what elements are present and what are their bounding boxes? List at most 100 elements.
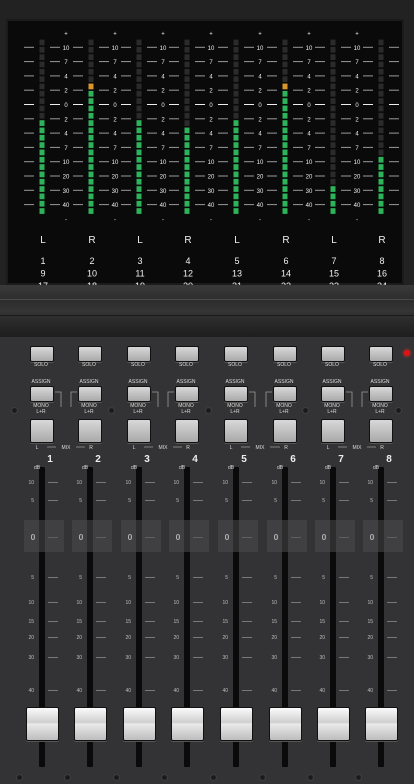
- meter-tick: [363, 118, 373, 120]
- solo-button[interactable]: [321, 346, 345, 362]
- assign-button[interactable]: [30, 386, 54, 402]
- fader-scale-label: 10: [222, 480, 228, 486]
- meter-tick: [389, 75, 399, 77]
- channel-number: 6: [290, 454, 296, 465]
- channel-fader-cap[interactable]: [123, 707, 156, 741]
- solo-button[interactable]: [175, 346, 199, 362]
- meter-segment: [88, 68, 94, 75]
- fader-scale-label: 10: [319, 600, 325, 606]
- solo-button[interactable]: [78, 346, 102, 362]
- fader-scale-tick: [96, 482, 106, 483]
- meter-tick: [267, 161, 277, 163]
- meter-segment: [136, 156, 142, 163]
- meter-tick: [24, 161, 34, 163]
- channel-fader-cap[interactable]: [171, 707, 204, 741]
- fader-scale-tick: [242, 657, 252, 658]
- solo-button[interactable]: [273, 346, 297, 362]
- panel-screw: [307, 774, 314, 781]
- meter-segment: [88, 178, 94, 185]
- mix-select-button[interactable]: [127, 419, 151, 443]
- meter-segment: [233, 200, 239, 207]
- meter-tick: [24, 204, 34, 206]
- meter-tick: [293, 132, 303, 134]
- fader-scale-label: 15: [125, 619, 131, 625]
- meter-segment: [330, 83, 336, 90]
- meter-tick: [147, 161, 157, 163]
- bank-channel-number: 10: [87, 269, 97, 279]
- panel-screw: [395, 407, 402, 414]
- mix-select-button[interactable]: [369, 419, 393, 443]
- assign-bracket: [249, 391, 272, 407]
- meter-tick: [341, 61, 351, 63]
- meter-segment: [282, 149, 288, 156]
- meter-tick: [195, 104, 205, 105]
- channel-fader-cap[interactable]: [269, 707, 302, 741]
- meter-segment: [39, 105, 45, 112]
- mix-select-button[interactable]: [321, 419, 345, 443]
- solo-label: SOLO: [179, 362, 193, 368]
- assign-button[interactable]: [175, 386, 199, 402]
- meter-scale-label: 20: [354, 175, 361, 181]
- meter-side-label: R: [282, 235, 289, 246]
- meter-tick: [315, 104, 325, 105]
- fader-scale-tick: [96, 637, 106, 638]
- solo-button[interactable]: [127, 346, 151, 362]
- meter-segment: [282, 186, 288, 192]
- meter-segment: [39, 164, 45, 170]
- meter-scale-label: 4: [307, 74, 311, 80]
- bank-channel-number: 16: [377, 269, 387, 279]
- meter-scale-label: 4: [161, 132, 165, 138]
- meter-segment: [184, 127, 190, 134]
- meter-scale-label: 7: [161, 146, 165, 152]
- mix-select-button[interactable]: [30, 419, 54, 443]
- meter-scale-label: 2: [209, 117, 213, 123]
- meter-tick: [293, 189, 303, 191]
- meter-scale-label: 4: [355, 74, 359, 80]
- meter-tick: [24, 75, 34, 77]
- assign-button[interactable]: [273, 386, 297, 402]
- fader-scale-label: 10: [271, 600, 277, 606]
- assign-button[interactable]: [369, 386, 393, 402]
- meter-segment: [184, 76, 190, 82]
- assign-button[interactable]: [78, 386, 102, 402]
- meter-tick: [169, 146, 179, 148]
- meter-tick: [363, 46, 373, 48]
- channel-fader-cap[interactable]: [74, 707, 107, 741]
- fader-scale-tick: [145, 637, 155, 638]
- meter-segment: [233, 54, 239, 60]
- meter-tick: [169, 118, 179, 120]
- level-meter-display: +10 7 4 2 0 2 4 7 10 20 30 40- +10 7 4 2 0 2 4 7 10 20 30 40- +1…: [6, 19, 404, 291]
- meter-segment: [330, 186, 336, 192]
- meter-segment: [330, 178, 336, 185]
- meter-segment: [184, 39, 190, 46]
- solo-button[interactable]: [369, 346, 393, 362]
- channel-fader-cap[interactable]: [220, 707, 253, 741]
- assign-button[interactable]: [321, 386, 345, 402]
- meter-tick: [169, 175, 179, 177]
- meter-scale-label: 4: [258, 74, 262, 80]
- meter-segment: [282, 127, 288, 134]
- mix-select-button[interactable]: [224, 419, 248, 443]
- meter-segment: [88, 127, 94, 134]
- assign-button[interactable]: [127, 386, 151, 402]
- solo-button[interactable]: [30, 346, 54, 362]
- mix-select-button[interactable]: [273, 419, 297, 443]
- channel-fader-cap[interactable]: [317, 707, 350, 741]
- assign-button[interactable]: [224, 386, 248, 402]
- mix-select-button[interactable]: [78, 419, 102, 443]
- fader-scale-label: 5: [79, 498, 82, 504]
- meter-segment: [378, 171, 384, 178]
- meter-tick: [293, 75, 303, 77]
- meter-segment: [136, 90, 142, 97]
- solo-button[interactable]: [224, 346, 248, 362]
- meter-segment: [88, 149, 94, 156]
- mono-lr-label: L+R: [279, 409, 289, 415]
- fader-scale-tick: [387, 500, 397, 501]
- channel-fader-cap[interactable]: [365, 707, 398, 741]
- channel-fader-cap[interactable]: [26, 707, 59, 741]
- fader-scale-label: 5: [274, 575, 277, 581]
- panel-screw: [302, 407, 309, 414]
- meter-scale-label: 0: [355, 103, 359, 109]
- fader-scale-label: 5: [370, 575, 373, 581]
- mix-select-button[interactable]: [175, 419, 199, 443]
